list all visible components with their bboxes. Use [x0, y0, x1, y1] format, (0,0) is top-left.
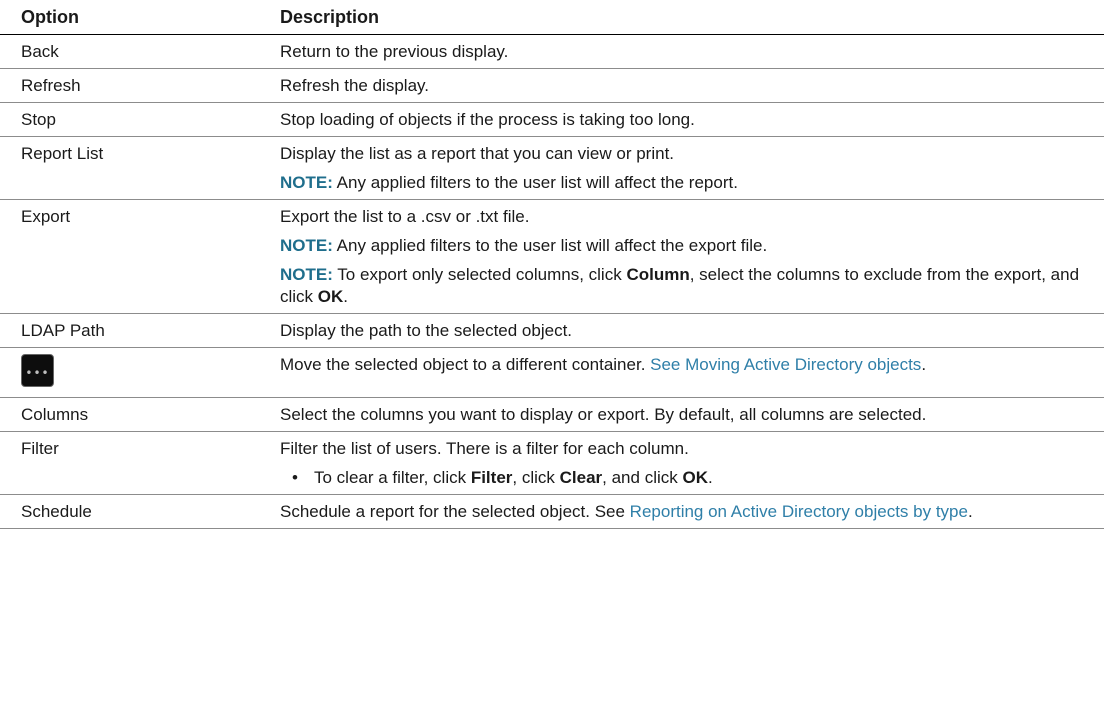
table-row: Filter Filter the list of users. There i…	[0, 431, 1104, 495]
option-cell: LDAP Path	[0, 313, 278, 348]
description-text-span: Move the selected object to a different …	[280, 355, 651, 374]
bullet-icon: •	[292, 468, 298, 487]
description-text-span: Schedule a report for the selected objec…	[280, 502, 630, 521]
moving-objects-link[interactable]: See Moving Active Directory objects	[650, 355, 921, 374]
note-label: NOTE:	[280, 173, 333, 192]
note-paragraph: NOTE: Any applied filters to the user li…	[280, 235, 1092, 257]
description-text: Move the selected object to a different …	[280, 354, 1092, 376]
bullet-text: .	[707, 468, 713, 487]
description-text: Stop loading of objects if the process i…	[280, 110, 695, 129]
note-text: Any applied filters to the user list wil…	[332, 236, 768, 255]
table-row: Schedule Schedule a report for the selec…	[0, 494, 1104, 529]
note-label: NOTE:	[280, 265, 333, 284]
option-cell: Filter	[0, 431, 278, 495]
description-text: Select the columns you want to display o…	[280, 405, 927, 424]
table-row: LDAP Path Display the path to the select…	[0, 313, 1104, 348]
bullet-text: To clear a filter, click	[314, 468, 471, 487]
note-text: To export only selected columns, click	[332, 265, 627, 284]
description-cell: Display the path to the selected object.	[278, 313, 1104, 348]
description-cell: Select the columns you want to display o…	[278, 397, 1104, 432]
column-keyword: Column	[626, 265, 690, 284]
options-table: Option Description Back Return to the pr…	[0, 0, 1104, 529]
description-tail: .	[967, 502, 973, 521]
ok-keyword: OK	[317, 287, 344, 306]
option-cell: Schedule	[0, 494, 278, 529]
description-text: Export the list to a .csv or .txt file.	[280, 207, 530, 226]
description-tail: .	[921, 355, 927, 374]
table-header-row: Option Description	[0, 0, 1104, 35]
note-text: Any applied filters to the user list wil…	[332, 173, 738, 192]
clear-keyword: Clear	[559, 468, 603, 487]
description-text: Display the list as a report that you ca…	[280, 144, 675, 163]
option-cell: Stop	[0, 102, 278, 137]
ellipsis-dots: •••	[25, 366, 50, 380]
description-cell: Refresh the display.	[278, 68, 1104, 103]
option-cell: •••	[0, 347, 278, 398]
table-row: Back Return to the previous display.	[0, 34, 1104, 69]
column-header-option: Option	[0, 0, 278, 35]
description-cell: Filter the list of users. There is a fil…	[278, 431, 1104, 495]
table-row: Refresh Refresh the display.	[0, 68, 1104, 103]
bullet-text: , click	[512, 468, 560, 487]
table-row: ••• Move the selected object to a differ…	[0, 347, 1104, 398]
option-cell: Back	[0, 34, 278, 69]
note-label: NOTE:	[280, 236, 333, 255]
option-cell: Report List	[0, 136, 278, 200]
description-cell: Move the selected object to a different …	[278, 347, 1104, 398]
note-paragraph: NOTE: Any applied filters to the user li…	[280, 172, 1092, 194]
note-text: .	[343, 287, 349, 306]
option-cell: Refresh	[0, 68, 278, 103]
filter-keyword: Filter	[470, 468, 513, 487]
table-row: Columns Select the columns you want to d…	[0, 397, 1104, 432]
table-row: Stop Stop loading of objects if the proc…	[0, 102, 1104, 137]
description-text: Return to the previous display.	[280, 42, 509, 61]
description-text: Filter the list of users. There is a fil…	[280, 439, 689, 458]
bullet-item: • To clear a filter, click Filter, click …	[280, 467, 1092, 489]
table-row: Report List Display the list as a report…	[0, 136, 1104, 200]
bullet-text: , and click	[602, 468, 683, 487]
note-paragraph: NOTE: To export only selected columns, c…	[280, 264, 1092, 308]
table-row: Export Export the list to a .csv or .txt…	[0, 199, 1104, 314]
description-cell: Export the list to a .csv or .txt file. …	[278, 199, 1104, 314]
description-text: Schedule a report for the selected objec…	[280, 501, 1092, 523]
ok-keyword: OK	[682, 468, 708, 487]
description-text: Refresh the display.	[280, 76, 429, 95]
reporting-objects-link[interactable]: Reporting on Active Directory objects by…	[630, 502, 968, 521]
option-cell: Export	[0, 199, 278, 314]
description-cell: Schedule a report for the selected objec…	[278, 494, 1104, 529]
description-cell: Return to the previous display.	[278, 34, 1104, 69]
description-cell: Display the list as a report that you ca…	[278, 136, 1104, 200]
option-cell: Columns	[0, 397, 278, 432]
column-header-description: Description	[278, 0, 1104, 35]
description-text: Display the path to the selected object.	[280, 321, 573, 340]
description-cell: Stop loading of objects if the process i…	[278, 102, 1104, 137]
ellipsis-button-icon[interactable]: •••	[21, 354, 54, 387]
